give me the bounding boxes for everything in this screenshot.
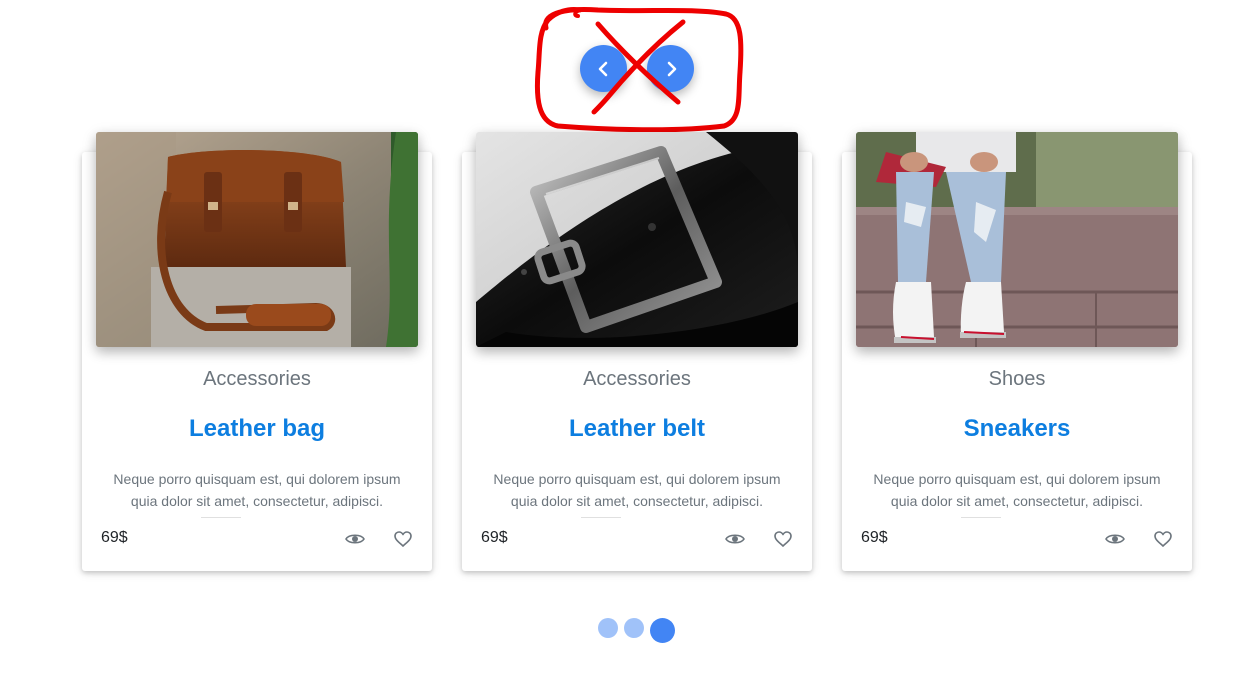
eye-icon (345, 534, 365, 544)
sneakers-image[interactable] (856, 132, 1178, 347)
card-description: Neque porro quisquam est, qui dolorem ip… (493, 471, 781, 509)
carousel-indicator-2[interactable] (624, 618, 644, 638)
card-divider (581, 517, 621, 518)
card-title[interactable]: Sneakers (842, 415, 1192, 443)
product-carousel: Accessories Leather bag Neque porro quis… (0, 0, 1233, 689)
card-category: Accessories (583, 368, 691, 390)
like-button[interactable] (773, 530, 793, 548)
heart-icon (774, 531, 792, 547)
card-category: Shoes (988, 368, 1046, 390)
carousel-indicator-1[interactable] (598, 618, 618, 638)
card-price: 69$ (101, 529, 128, 546)
eye-icon (1105, 534, 1125, 544)
card-divider (961, 517, 1001, 518)
card-title[interactable]: Leather bag (82, 415, 432, 443)
heart-icon (394, 531, 412, 547)
card-price: 69$ (861, 529, 888, 546)
like-button[interactable] (1153, 530, 1173, 548)
leather-bag-image[interactable] (96, 132, 418, 347)
product-card: Shoes Sneakers Neque porro quisquam est,… (842, 132, 1192, 571)
view-button[interactable] (725, 530, 745, 548)
card-divider (201, 517, 241, 518)
chevron-left-icon (598, 61, 607, 76)
card-category: Accessories (203, 368, 311, 390)
carousel-next-button[interactable] (647, 45, 694, 92)
eye-icon (725, 534, 745, 544)
leather-belt-image[interactable] (476, 132, 798, 347)
card-title[interactable]: Leather belt (462, 415, 812, 443)
card-description: Neque porro quisquam est, qui dolorem ip… (873, 471, 1161, 509)
heart-icon (1154, 531, 1172, 547)
red-x-annotation (534, 7, 744, 133)
chevron-right-icon (667, 61, 676, 76)
product-card: Accessories Leather belt Neque porro qui… (462, 132, 812, 571)
carousel-prev-button[interactable] (580, 45, 627, 92)
like-button[interactable] (393, 530, 413, 548)
card-price: 69$ (481, 529, 508, 546)
card-description: Neque porro quisquam est, qui dolorem ip… (113, 471, 401, 509)
carousel-indicator-3-active[interactable] (650, 618, 675, 643)
view-button[interactable] (345, 530, 365, 548)
view-button[interactable] (1105, 530, 1125, 548)
product-card: Accessories Leather bag Neque porro quis… (82, 132, 432, 571)
